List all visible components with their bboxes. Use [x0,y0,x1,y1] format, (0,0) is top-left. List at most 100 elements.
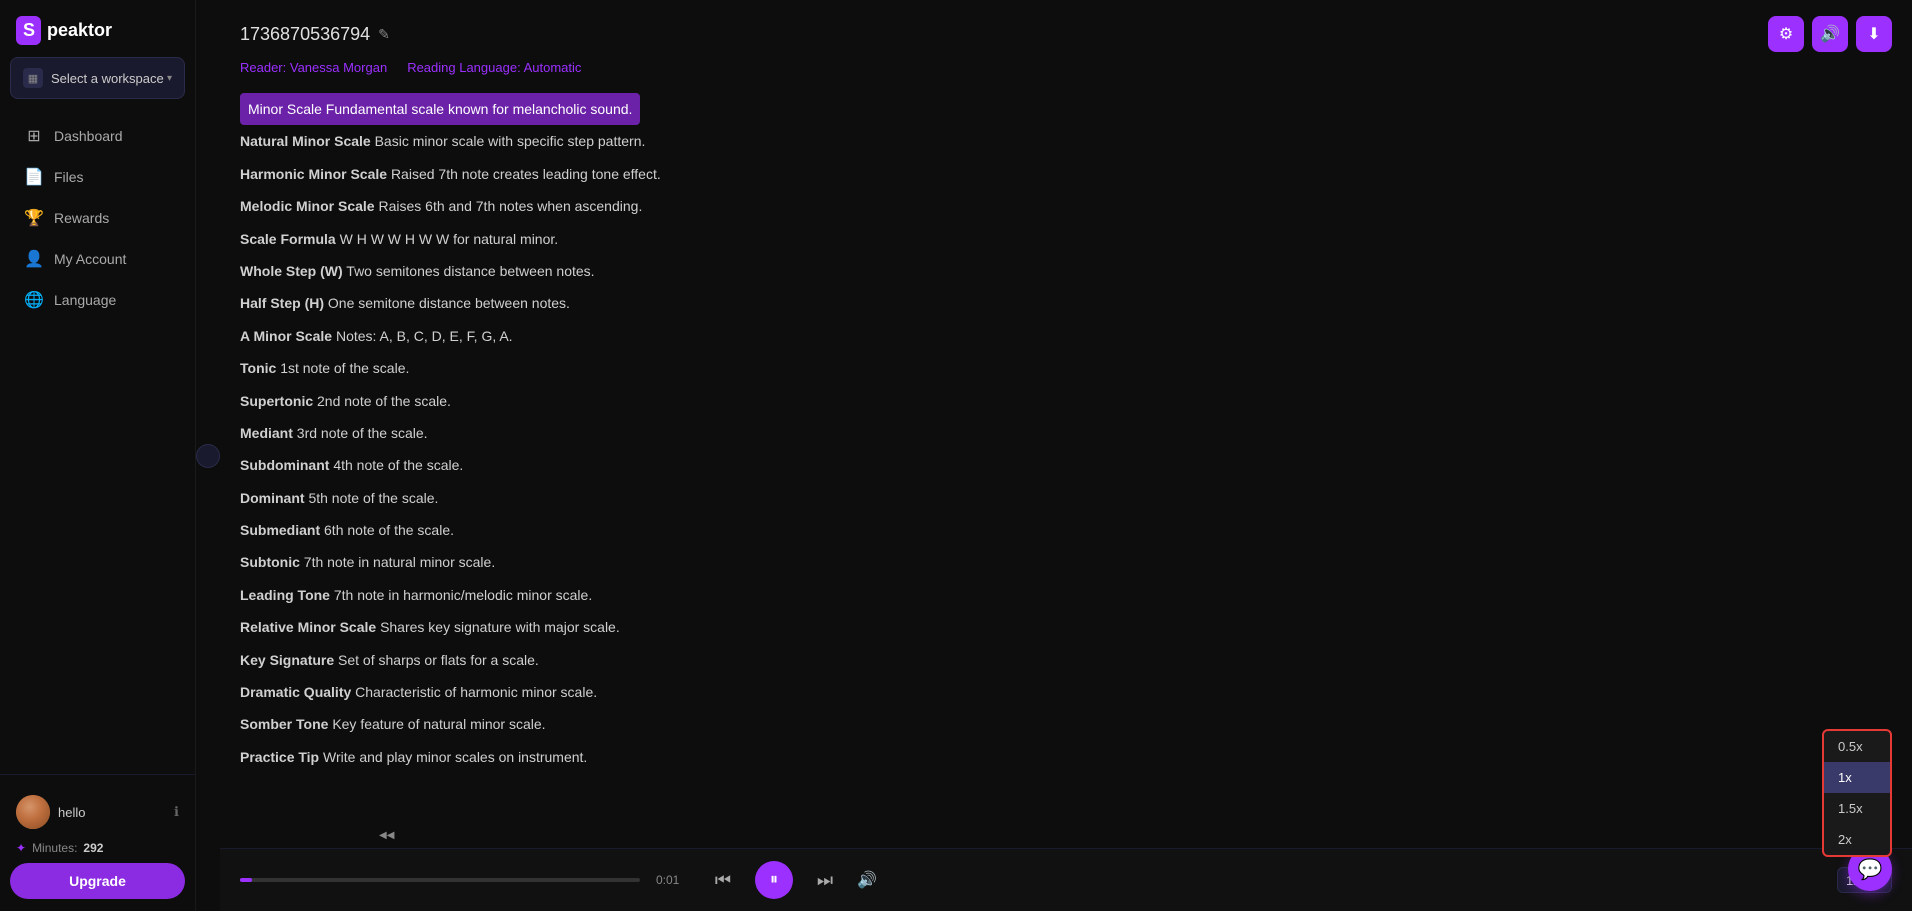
time-display: 0:01 [656,873,691,887]
text-line: Harmonic Minor Scale Raised 7th note cre… [240,158,1892,190]
description: 7th note in natural minor scale. [304,554,495,570]
workspace-left: ▦ Select a workspace [23,68,164,88]
skip-back-button[interactable]: ⏮ [707,864,739,896]
speed-option-1x[interactable]: 1x [1824,762,1890,793]
term: Subtonic [240,554,300,570]
sidebar-item-label: Files [54,169,84,185]
doc-title-row: 1736870536794 ✎ [240,24,390,45]
minutes-label: Minutes: [32,841,77,855]
text-line: Leading Tone 7th note in harmonic/melodi… [240,579,1892,611]
pause-button[interactable]: ⏸ [755,861,793,899]
term: Submediant [240,522,320,538]
collapse-sidebar-button[interactable]: ◀◀ [196,444,220,468]
progress-bar[interactable] [240,878,640,882]
term: Practice Tip [240,749,319,765]
text-line: Relative Minor Scale Shares key signatur… [240,611,1892,643]
text-line: Half Step (H) One semitone distance betw… [240,287,1892,319]
term: Whole Step (W) [240,263,343,279]
sidebar-item-label: My Account [54,251,126,267]
upgrade-button[interactable]: Upgrade [10,863,185,899]
speed-dropdown: 0.5x 1x 1.5x 2x [1822,729,1892,857]
settings-button[interactable]: ⚙ [1768,16,1804,52]
term: Relative Minor Scale [240,619,376,635]
sidebar-item-language[interactable]: 🌐 Language [8,280,187,320]
text-line: Subtonic 7th note in natural minor scale… [240,546,1892,578]
sidebar-item-rewards[interactable]: 🏆 Rewards [8,198,187,238]
logo-area: S peaktor [0,0,195,57]
reader-info: Reader: Vanessa Morgan Reading Language:… [220,52,1912,83]
description: Key feature of natural minor scale. [332,716,545,732]
content-area[interactable]: Minor Scale Fundamental scale known for … [220,83,1912,848]
document-title: 1736870536794 [240,24,370,45]
speed-option-2x[interactable]: 2x [1824,824,1890,855]
description: Two semitones distance between notes. [346,263,594,279]
minutes-icon: ✦ [16,841,26,855]
speed-option-0.5x[interactable]: 0.5x [1824,731,1890,762]
nav-items: ⊞ Dashboard 📄 Files 🏆 Rewards 👤 My Accou… [0,107,195,774]
description: 2nd note of the scale. [317,393,451,409]
term: A Minor Scale [240,328,332,344]
term: Somber Tone [240,716,328,732]
term: Mediant [240,425,293,441]
description: One semitone distance between notes. [328,295,570,311]
sidebar-item-dashboard[interactable]: ⊞ Dashboard [8,116,187,156]
user-name: hello [58,805,85,820]
description: Basic minor scale with specific step pat… [375,133,646,149]
term: Harmonic Minor Scale [240,166,387,182]
description: 3rd note of the scale. [297,425,428,441]
description: Set of sharps or flats for a scale. [338,652,539,668]
info-icon[interactable]: ℹ [174,804,179,820]
description: Raised 7th note creates leading tone eff… [391,166,661,182]
logo-text: peaktor [47,20,112,41]
description: 4th note of the scale. [333,457,463,473]
language-label: Reading Language: Automatic [407,60,581,75]
text-line: Tonic 1st note of the scale. [240,352,1892,384]
header-actions: ⚙ 🔊 ⬇ [1768,16,1892,52]
description: Write and play minor scales on instrumen… [323,749,587,765]
skip-forward-button[interactable]: ⏭ [809,864,841,896]
description: 5th note of the scale. [308,490,438,506]
volume-button[interactable]: 🔊 [857,870,877,890]
minutes-count: 292 [83,841,103,855]
text-line: Scale Formula W H W W H W W for natural … [240,223,1892,255]
sidebar-item-label: Language [54,292,116,308]
term: Melodic Minor Scale [240,198,375,214]
workspace-selector[interactable]: ▦ Select a workspace ▾ [10,57,185,99]
language-icon: 🌐 [24,290,44,310]
text-line: Melodic Minor Scale Raises 6th and 7th n… [240,190,1892,222]
description: 1st note of the scale. [280,360,409,376]
term: Leading Tone [240,587,330,603]
text-line: Mediant 3rd note of the scale. [240,417,1892,449]
collapse-icon[interactable]: ◀◀ [379,830,394,841]
description: Characteristic of harmonic minor scale. [355,684,597,700]
workspace-label: Select a workspace [51,71,164,86]
text-line: Practice Tip Write and play minor scales… [240,741,1892,773]
text-line: Whole Step (W) Two semitones distance be… [240,255,1892,287]
sidebar-item-files[interactable]: 📄 Files [8,157,187,197]
term: Dramatic Quality [240,684,351,700]
sidebar-item-my-account[interactable]: 👤 My Account [8,239,187,279]
description: 6th note of the scale. [324,522,454,538]
account-icon: 👤 [24,249,44,269]
edit-icon[interactable]: ✎ [378,26,390,43]
text-line: Subdominant 4th note of the scale. [240,449,1892,481]
avatar [16,795,50,829]
text-line: Submediant 6th note of the scale. [240,514,1892,546]
text-line: Dominant 5th note of the scale. [240,482,1892,514]
text-line: Minor Scale Fundamental scale known for … [240,93,640,125]
playbar: 0:01 ⏮ ⏸ ⏭ 🔊 0.5x 1x 1.5x 2x 1x ▾ [220,848,1912,911]
avatar-image [16,795,50,829]
chevron-down-icon: ▾ [167,73,172,84]
text-line: Natural Minor Scale Basic minor scale wi… [240,125,1892,157]
sidebar-item-label: Rewards [54,210,109,226]
term: Dominant [240,490,305,506]
description: Shares key signature with major scale. [380,619,620,635]
description: Raises 6th and 7th notes when ascending. [378,198,642,214]
term: Subdominant [240,457,329,473]
speed-option-1.5x[interactable]: 1.5x [1824,793,1890,824]
download-button[interactable]: ⬇ [1856,16,1892,52]
rewards-icon: 🏆 [24,208,44,228]
sidebar-item-label: Dashboard [54,128,123,144]
term: Supertonic [240,393,313,409]
tts-button[interactable]: 🔊 [1812,16,1848,52]
